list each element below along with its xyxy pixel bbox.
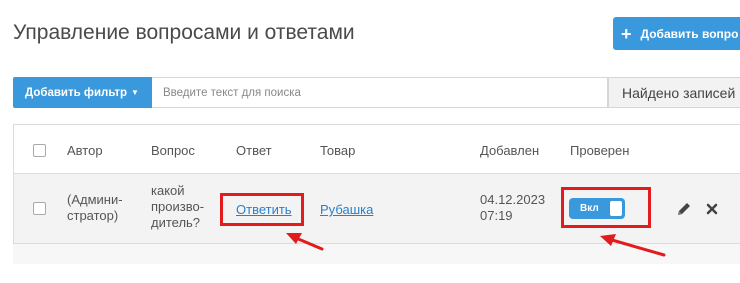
add-question-label: Добавить вопро xyxy=(640,26,739,41)
highlight-verified-box xyxy=(561,187,651,228)
product-link[interactable]: Рубашка xyxy=(320,202,373,218)
column-product[interactable]: Товар xyxy=(320,143,355,158)
page-title: Управление вопросами и ответами xyxy=(13,21,355,44)
added-time: 07:19 xyxy=(480,208,513,223)
add-question-button[interactable]: + Добавить вопро xyxy=(613,17,740,50)
caret-down-icon: ▼ xyxy=(131,88,139,97)
author-line: стратор) xyxy=(67,208,119,223)
question-line: произво- xyxy=(151,199,205,214)
author-cell: (Админи- стратор) xyxy=(67,192,123,224)
close-icon[interactable] xyxy=(704,201,720,217)
found-records-label: Найдено записей xyxy=(608,77,740,108)
search-input[interactable] xyxy=(152,77,608,108)
added-date: 04.12.2023 xyxy=(480,192,546,207)
pencil-icon[interactable] xyxy=(676,201,692,217)
column-answer[interactable]: Ответ xyxy=(236,143,272,158)
column-verified[interactable]: Проверен xyxy=(570,143,629,158)
question-cell: какой произво- дитель? xyxy=(151,183,204,231)
add-filter-button[interactable]: Добавить фильтр ▼ xyxy=(13,77,152,108)
author-line: (Админи- xyxy=(67,192,123,207)
highlight-answer-box xyxy=(220,193,304,226)
row-checkbox[interactable] xyxy=(33,202,46,215)
filter-bar: Добавить фильтр ▼ Найдено записей xyxy=(13,77,740,108)
question-line: какой xyxy=(151,183,185,198)
column-author[interactable]: Автор xyxy=(67,143,103,158)
question-line: дитель? xyxy=(151,215,201,230)
select-all-checkbox[interactable] xyxy=(33,144,46,157)
added-cell: 04.12.2023 07:19 xyxy=(480,192,545,224)
table-header: Автор Вопрос Ответ Товар Добавлен Провер… xyxy=(13,124,740,174)
plus-icon: + xyxy=(621,23,632,44)
column-added[interactable]: Добавлен xyxy=(480,143,539,158)
table-footer xyxy=(13,244,740,264)
column-question[interactable]: Вопрос xyxy=(151,143,195,158)
add-filter-label: Добавить фильтр xyxy=(25,86,128,99)
